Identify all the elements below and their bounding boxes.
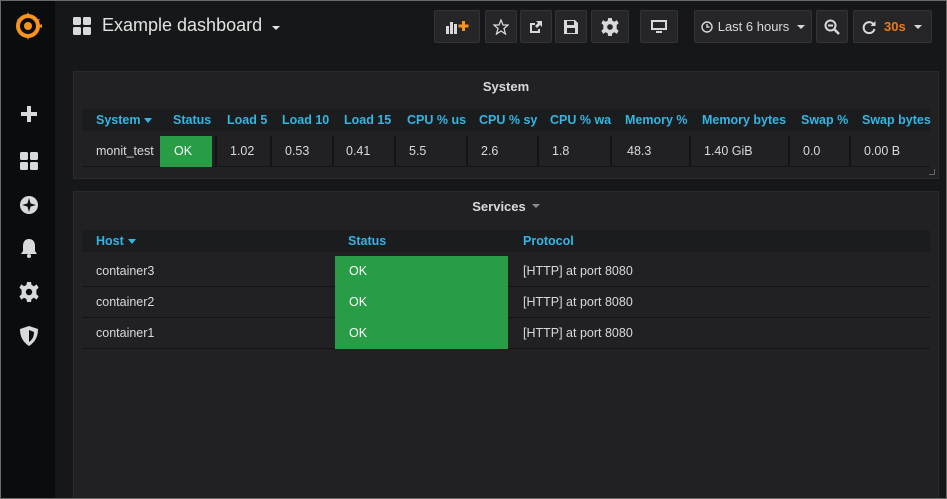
- grafana-logo-icon[interactable]: [10, 8, 46, 44]
- column-header-system[interactable]: System: [96, 109, 153, 131]
- refresh-picker[interactable]: 30s: [853, 10, 932, 43]
- column-header-load15[interactable]: Load 15: [344, 109, 391, 131]
- plus-icon[interactable]: [1, 99, 56, 129]
- sort-desc-icon: [127, 239, 136, 245]
- star-button[interactable]: [485, 10, 517, 43]
- column-header-cpu-wa[interactable]: CPU % wa: [550, 109, 611, 131]
- column-header-load5[interactable]: Load 5: [227, 109, 267, 131]
- star-icon: [493, 18, 509, 35]
- chevron-down-icon: [272, 25, 281, 30]
- dashboard-title: Example dashboard: [102, 15, 263, 35]
- column-header-status[interactable]: Status: [348, 230, 386, 252]
- column-header-memory-bytes[interactable]: Memory bytes: [702, 109, 786, 131]
- top-navbar: Example dashboard Last 6 hours 30s: [56, 1, 946, 53]
- table-header: System Status Load 5 Load 10 Load 15 CPU…: [82, 109, 931, 131]
- table-cell: 0.53: [270, 136, 332, 167]
- table-cell: 1.8: [537, 136, 610, 167]
- panel-title[interactable]: System: [74, 72, 938, 100]
- add-panel-button[interactable]: [434, 10, 480, 43]
- gear-icon[interactable]: [1, 277, 56, 307]
- table-cell: 48.3: [610, 136, 689, 167]
- gear-icon: [601, 17, 619, 36]
- table-cell: monit_test: [96, 144, 154, 158]
- settings-button[interactable]: [591, 10, 629, 43]
- grid-icon[interactable]: [1, 146, 56, 176]
- table-cell: 1.40 GiB: [689, 136, 788, 167]
- zoom-out-icon: [824, 19, 840, 35]
- tv-mode-button[interactable]: [640, 10, 678, 43]
- share-button[interactable]: [520, 10, 552, 43]
- add-panel-icon: [446, 20, 469, 34]
- table-cell: [HTTP] at port 8080: [523, 264, 633, 278]
- column-header-cpu-us[interactable]: CPU % us: [407, 109, 466, 131]
- table-cell: 5.5: [394, 136, 466, 167]
- time-range-picker[interactable]: Last 6 hours: [694, 10, 812, 43]
- chevron-down-icon: [531, 204, 540, 208]
- column-header-protocol[interactable]: Protocol: [523, 230, 574, 252]
- table-cell: container1: [96, 326, 155, 340]
- shield-icon[interactable]: [1, 321, 56, 351]
- table-row: container3 OK [HTTP] at port 8080: [82, 256, 930, 287]
- column-header-load10[interactable]: Load 10: [282, 109, 329, 131]
- chevron-down-icon: [913, 24, 922, 29]
- panel-title-text: System: [482, 78, 530, 94]
- grid-icon: [73, 16, 91, 35]
- chevron-down-icon: [797, 24, 806, 29]
- table-cell: container2: [96, 295, 155, 309]
- time-range-label: Last 6 hours: [717, 19, 790, 34]
- save-button[interactable]: [555, 10, 587, 43]
- table-cell: 0.0: [788, 136, 849, 167]
- save-icon: [564, 19, 578, 34]
- status-ok-cell: OK: [335, 287, 508, 318]
- share-icon: [530, 20, 542, 33]
- table-cell: 2.6: [466, 136, 537, 167]
- status-ok-cell: OK: [160, 136, 212, 167]
- refresh-icon: [862, 20, 876, 34]
- table-cell: 0.00 B: [849, 136, 932, 167]
- grafana-window: Example dashboard Last 6 hours 30s Syste…: [0, 0, 947, 499]
- system-panel: System System Status Load 5 Load 10 Load…: [73, 71, 939, 179]
- dashboard-picker[interactable]: Example dashboard: [72, 15, 281, 36]
- table-cell: 0.41: [332, 136, 394, 167]
- column-header-status[interactable]: Status: [173, 109, 211, 131]
- table-cell: [HTTP] at port 8080: [523, 326, 633, 340]
- panel-title[interactable]: Services: [74, 192, 938, 220]
- column-header-swap-pct[interactable]: Swap %: [801, 109, 848, 131]
- clock-icon: [701, 20, 713, 33]
- panel-resize-handle[interactable]: [929, 169, 935, 175]
- table-row: monit_test OK 1.02 0.53 0.41 5.5 2.6 1.8…: [82, 136, 930, 167]
- table-header: Host Status Protocol: [82, 230, 930, 252]
- compass-icon[interactable]: [1, 190, 56, 220]
- services-panel: Services Host Status Protocol container3…: [73, 191, 939, 498]
- column-header-memory-pct[interactable]: Memory %: [625, 109, 688, 131]
- column-header-swap-bytes[interactable]: Swap bytes: [862, 109, 931, 131]
- table-cell: 1.02: [215, 136, 270, 167]
- bell-icon[interactable]: [1, 233, 56, 263]
- sort-desc-icon: [144, 118, 153, 124]
- refresh-interval-label: 30s: [884, 19, 906, 34]
- status-ok-cell: OK: [335, 318, 508, 349]
- table-cell: [HTTP] at port 8080: [523, 295, 633, 309]
- table-cell: container3: [96, 264, 155, 278]
- table-row: container1 OK [HTTP] at port 8080: [82, 318, 930, 349]
- column-header-host[interactable]: Host: [96, 230, 136, 252]
- monitor-icon: [651, 19, 667, 33]
- zoom-out-button[interactable]: [816, 10, 848, 43]
- side-menu: [1, 1, 56, 498]
- panel-title-text: Services: [472, 198, 526, 214]
- table-row: container2 OK [HTTP] at port 8080: [82, 287, 930, 318]
- column-header-cpu-sy[interactable]: CPU % sy: [479, 109, 537, 131]
- status-ok-cell: OK: [335, 256, 508, 287]
